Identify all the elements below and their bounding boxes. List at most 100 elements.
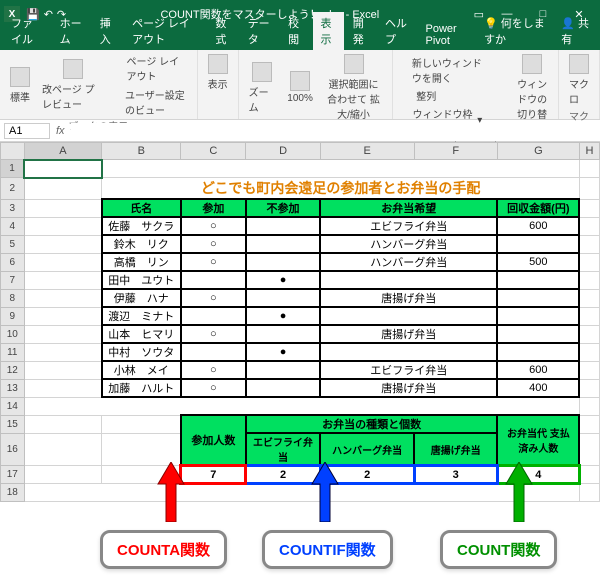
data-absent[interactable]: ● <box>246 271 320 289</box>
cell-A1[interactable] <box>24 160 102 178</box>
data-name[interactable]: 伊藤 ハナ <box>102 289 181 307</box>
data-absent[interactable] <box>246 379 320 397</box>
cell[interactable] <box>24 217 102 235</box>
col-header-F[interactable]: F <box>414 143 497 160</box>
data-amount[interactable] <box>497 307 579 325</box>
row-header[interactable]: 4 <box>1 217 25 235</box>
row-header[interactable]: 1 <box>1 160 25 178</box>
result-counta[interactable]: 7 <box>181 466 246 484</box>
data-bento[interactable]: 唐揚げ弁当 <box>320 325 497 343</box>
data-attend[interactable] <box>181 271 246 289</box>
sheet-title-cell[interactable]: どこでも町内会遠足の参加者とお弁当の手配 <box>102 178 580 200</box>
tab-view[interactable]: 表示 <box>313 12 343 50</box>
pagebreak-button[interactable]: 改ページ プレビュー <box>38 57 107 113</box>
zoomsel-button[interactable]: 選択範囲に合わせて 拡大/縮小 <box>321 52 386 123</box>
cell[interactable] <box>579 343 599 361</box>
cell[interactable] <box>24 325 102 343</box>
data-amount[interactable]: 500 <box>497 253 579 271</box>
col-header-C[interactable]: C <box>181 143 246 160</box>
row-header[interactable]: 18 <box>1 484 25 502</box>
userview-button[interactable]: ユーザー設定のビュー <box>111 86 191 118</box>
data-name[interactable]: 鈴木 リク <box>102 235 181 253</box>
data-bento[interactable] <box>320 271 497 289</box>
pagelayout-button[interactable]: ページ レイアウト <box>111 52 191 84</box>
cell[interactable] <box>24 289 102 307</box>
data-attend[interactable]: ○ <box>181 235 246 253</box>
data-absent[interactable]: ● <box>246 307 320 325</box>
sum-bento-label[interactable]: お弁当の種類と個数 <box>246 415 497 433</box>
col-header-H[interactable]: H <box>579 143 599 160</box>
cell[interactable] <box>24 484 579 502</box>
cell[interactable] <box>579 307 599 325</box>
data-bento[interactable]: エビフライ弁当 <box>320 361 497 379</box>
data-name[interactable]: 加藤 ハルト <box>102 379 181 397</box>
cell[interactable] <box>24 253 102 271</box>
cell[interactable] <box>24 361 102 379</box>
data-name[interactable]: 中村 ソウタ <box>102 343 181 361</box>
data-amount[interactable] <box>497 235 579 253</box>
cell[interactable] <box>579 271 599 289</box>
col-header-A[interactable]: A <box>24 143 102 160</box>
data-name[interactable]: 小林 メイ <box>102 361 181 379</box>
header-absent[interactable]: 不参加 <box>246 199 320 217</box>
cell[interactable] <box>24 343 102 361</box>
col-header-D[interactable]: D <box>246 143 320 160</box>
row-header[interactable]: 6 <box>1 253 25 271</box>
cell[interactable] <box>579 415 599 433</box>
row-header[interactable]: 11 <box>1 343 25 361</box>
data-bento[interactable]: ハンバーグ弁当 <box>320 253 497 271</box>
cell[interactable] <box>24 433 102 466</box>
win-opt2[interactable] <box>492 88 508 102</box>
data-absent[interactable] <box>246 325 320 343</box>
tab-pagelayout[interactable]: ページ レイアウト <box>125 12 206 50</box>
cell[interactable] <box>579 217 599 235</box>
data-attend[interactable]: ○ <box>181 379 246 397</box>
data-name[interactable]: 佐藤 サクラ <box>102 217 181 235</box>
cell[interactable] <box>579 325 599 343</box>
cell[interactable] <box>579 361 599 379</box>
data-amount[interactable] <box>497 271 579 289</box>
cell[interactable] <box>579 199 599 217</box>
cell[interactable] <box>24 178 102 200</box>
data-name[interactable]: 高橋 リン <box>102 253 181 271</box>
tab-developer[interactable]: 開発 <box>346 12 376 50</box>
cell[interactable] <box>24 271 102 289</box>
row-header[interactable]: 8 <box>1 289 25 307</box>
data-attend[interactable]: ○ <box>181 361 246 379</box>
macro-button[interactable]: マクロ <box>565 52 593 108</box>
win-opt3[interactable] <box>492 103 508 117</box>
zoom-button[interactable]: ズーム <box>245 60 280 116</box>
row-header[interactable]: 12 <box>1 361 25 379</box>
name-box[interactable] <box>4 123 50 139</box>
data-amount[interactable] <box>497 343 579 361</box>
col-header-B[interactable]: B <box>102 143 181 160</box>
row-header[interactable]: 5 <box>1 235 25 253</box>
cell[interactable] <box>579 160 599 178</box>
win-opt1[interactable] <box>492 73 508 87</box>
cell[interactable] <box>24 307 102 325</box>
row-header[interactable]: 13 <box>1 379 25 397</box>
cell[interactable] <box>579 379 599 397</box>
data-name[interactable]: 渡辺 ミナト <box>102 307 181 325</box>
arrange-button[interactable]: 整列 <box>399 87 484 104</box>
data-bento[interactable]: ハンバーグ弁当 <box>320 235 497 253</box>
cell[interactable] <box>102 433 181 466</box>
row-header[interactable]: 16 <box>1 433 25 466</box>
row-header[interactable]: 14 <box>1 397 25 415</box>
data-amount[interactable] <box>497 289 579 307</box>
row-header[interactable]: 17 <box>1 466 25 484</box>
data-bento[interactable]: エビフライ弁当 <box>320 217 497 235</box>
share-button[interactable]: 👤 共有 <box>555 12 596 50</box>
data-name[interactable]: 田中 ユウト <box>102 271 181 289</box>
cell[interactable] <box>24 379 102 397</box>
cell[interactable] <box>579 253 599 271</box>
data-absent[interactable] <box>246 289 320 307</box>
data-absent[interactable] <box>246 361 320 379</box>
cell[interactable] <box>102 415 181 433</box>
tab-file[interactable]: ファイル <box>4 12 51 50</box>
cell[interactable] <box>102 160 580 178</box>
data-bento[interactable]: 唐揚げ弁当 <box>320 379 497 397</box>
cell[interactable] <box>579 235 599 253</box>
fx-icon[interactable]: fx <box>56 125 65 137</box>
sum-karaage-label[interactable]: 唐揚げ弁当 <box>414 433 497 466</box>
